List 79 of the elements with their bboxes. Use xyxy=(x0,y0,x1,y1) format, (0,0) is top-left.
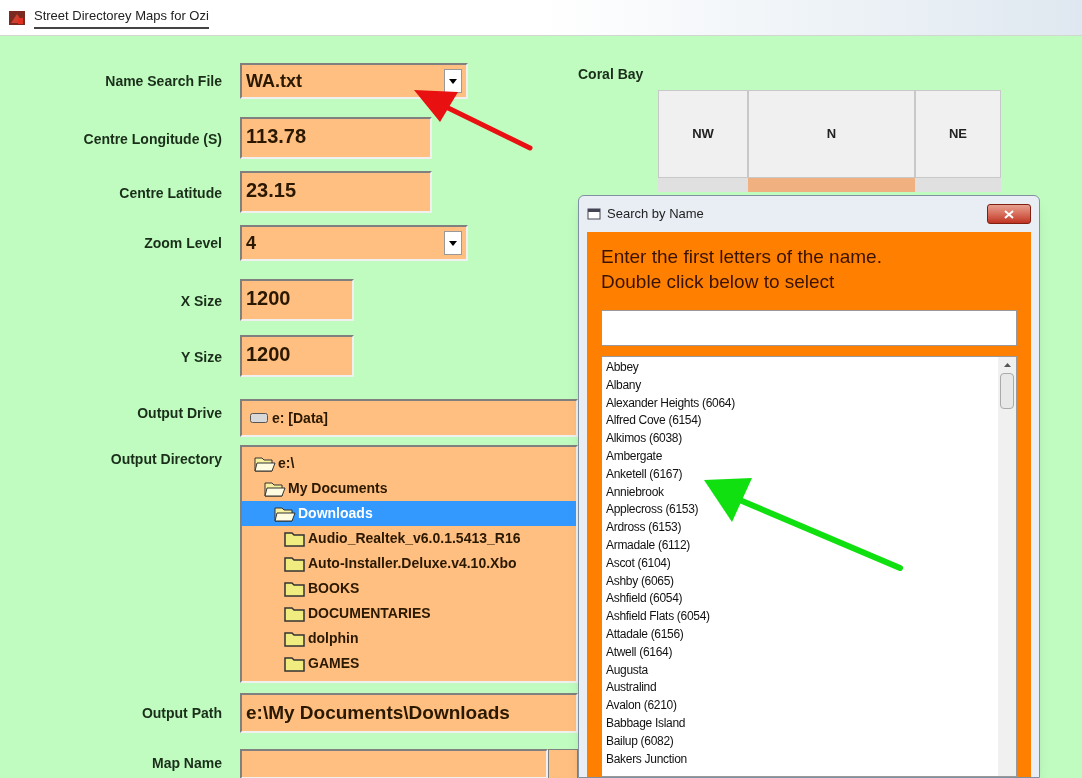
tree-item[interactable]: My Documents xyxy=(242,476,576,501)
list-item[interactable]: Attadale (6156) xyxy=(606,625,998,644)
input-field[interactable]: 1200 xyxy=(240,279,354,321)
input-field[interactable]: 23.15 xyxy=(240,171,432,213)
tree-item[interactable]: BOOKS xyxy=(242,576,576,601)
open-folder-icon xyxy=(254,454,276,473)
field-label: Output Path xyxy=(140,704,222,723)
field-label: Output Drive xyxy=(136,404,222,423)
open-folder-icon xyxy=(274,504,296,523)
list-item[interactable]: Babbage Island xyxy=(606,714,998,733)
folder-icon xyxy=(284,654,306,673)
folder-icon xyxy=(284,579,306,598)
list-item[interactable]: Alkimos (6038) xyxy=(606,430,998,448)
folder-icon xyxy=(284,604,306,623)
folder-tree[interactable]: e:\ My Documents Downloads Audio_Realtek_v6.0.1.5413_R16 Auto-Installer.Deluxe.v4.10.Xbo BOOKS DOCUMENTARIES dolphin GAMES xyxy=(240,445,578,683)
list-item[interactable]: Avalon (6210) xyxy=(606,697,998,715)
app-icon xyxy=(8,8,26,27)
field-label: Map Name xyxy=(150,754,222,773)
input-field[interactable]: e:\My Documents\Downloads xyxy=(240,693,578,733)
list-item[interactable]: Ambergate xyxy=(606,448,998,466)
tree-item[interactable]: dolphin xyxy=(242,626,576,651)
list-item[interactable]: Ashby (6065) xyxy=(606,572,998,591)
tree-item[interactable]: Auto-Installer.Deluxe.v4.10.Xbo xyxy=(242,551,576,576)
input-field[interactable] xyxy=(240,749,548,778)
folder-icon xyxy=(284,554,306,573)
list-item[interactable]: Alfred Cove (6154) xyxy=(606,412,998,431)
tree-item[interactable]: DOCUMENTARIES xyxy=(242,601,576,626)
tree-item[interactable]: Audio_Realtek_v6.0.1.5413_R16 xyxy=(242,526,576,551)
scroll-up-icon[interactable] xyxy=(1003,363,1011,367)
field-label: Zoom Level xyxy=(143,234,222,253)
scrollbar[interactable] xyxy=(998,357,1016,776)
list-item[interactable]: Bailup (6082) xyxy=(606,732,998,751)
direction-button[interactable]: N xyxy=(748,90,915,178)
folder-icon xyxy=(284,629,306,648)
list-item[interactable]: Atwell (6164) xyxy=(606,643,998,662)
tree-item[interactable]: e:\ xyxy=(242,451,576,476)
field-label: Output Directory xyxy=(109,450,222,469)
dropdown[interactable]: 4 xyxy=(240,225,468,261)
open-folder-icon xyxy=(264,479,286,498)
map-title: Coral Bay xyxy=(578,65,645,84)
list-item[interactable]: Abbey xyxy=(606,359,998,377)
instruction-text: Enter the first letters of the name. xyxy=(601,245,883,269)
field-label: Centre Latitude xyxy=(118,184,222,203)
list-item[interactable]: Anniebrook xyxy=(606,483,998,502)
field-label: Y Size xyxy=(180,348,222,367)
list-item[interactable]: Ascot (6104) xyxy=(606,554,998,573)
field-label: Centre Longitude (S) xyxy=(82,130,222,149)
list-item[interactable]: Australind xyxy=(606,679,998,698)
folder-icon xyxy=(284,529,306,548)
direction-button[interactable]: NW xyxy=(658,90,748,178)
instruction-text: Double click below to select xyxy=(601,270,836,294)
list-item[interactable]: Augusta xyxy=(606,661,998,680)
dropdown[interactable]: WA.txt xyxy=(240,63,468,99)
field-label: Name Search File xyxy=(104,72,222,91)
list-item[interactable]: Applecross (6153) xyxy=(606,501,998,520)
direction-button[interactable]: NE xyxy=(915,90,1001,178)
input-field[interactable]: 1200 xyxy=(240,335,354,377)
dialog-title: Search by Name xyxy=(607,205,704,224)
field-label: X Size xyxy=(179,292,222,311)
list-item[interactable]: Ardross (6153) xyxy=(606,519,998,537)
name-list[interactable] xyxy=(601,356,1017,777)
list-item[interactable]: Armadale (6112) xyxy=(606,536,998,555)
drive-icon xyxy=(250,413,268,423)
list-item[interactable]: Alexander Heights (6064) xyxy=(606,394,998,413)
list-item[interactable]: Albany xyxy=(606,376,998,395)
tree-item[interactable]: GAMES xyxy=(242,651,576,676)
browse-button[interactable] xyxy=(548,749,578,778)
list-item[interactable]: Bakers Junction xyxy=(606,750,998,769)
close-icon xyxy=(1004,209,1014,219)
window-icon xyxy=(587,208,601,220)
drive-dropdown[interactable]: e: [Data] xyxy=(240,399,578,437)
list-item[interactable]: Ashfield (6054) xyxy=(606,590,998,609)
input-field[interactable]: 113.78 xyxy=(240,117,432,159)
search-field[interactable] xyxy=(601,310,1017,346)
scroll-thumb[interactable] xyxy=(1000,373,1014,409)
list-item[interactable]: Ashfield Flats (6054) xyxy=(606,608,998,626)
list-item[interactable]: Anketell (6167) xyxy=(606,465,998,484)
window-title: Street Directorey Maps for Ozi xyxy=(34,5,209,30)
close-button[interactable] xyxy=(987,204,1031,224)
